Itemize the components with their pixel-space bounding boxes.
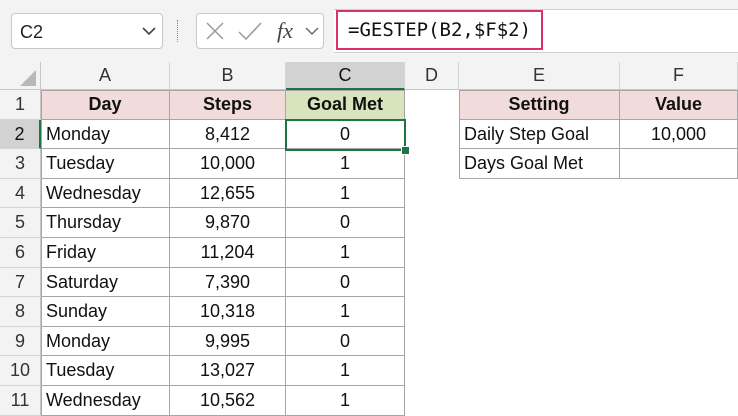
select-all-icon (20, 70, 36, 86)
active-cell-border (285, 119, 406, 151)
table-top-border (41, 90, 405, 91)
header-goal-met[interactable]: Goal Met (286, 90, 405, 120)
day-cell[interactable]: Thursday (41, 208, 170, 238)
goal-met-cell[interactable]: 1 (286, 238, 405, 268)
goal-met-cell[interactable]: 0 (286, 326, 405, 357)
row-header-4[interactable]: 4 (0, 178, 41, 209)
setting-value-cell[interactable]: 10,000 (620, 119, 738, 150)
steps-cell[interactable]: 13,027 (170, 356, 286, 386)
goal-met-cell[interactable]: 1 (286, 386, 405, 416)
steps-cell[interactable]: 10,000 (170, 149, 286, 179)
column-header-b[interactable]: B (170, 62, 286, 90)
row-header-7[interactable]: 7 (0, 267, 41, 298)
settings-left-border (459, 90, 460, 179)
column-header-d[interactable]: D (405, 62, 459, 90)
header-steps[interactable]: Steps (170, 90, 286, 120)
day-cell[interactable]: Tuesday (41, 356, 170, 386)
header-setting[interactable]: Setting (459, 90, 620, 120)
row-header-8[interactable]: 8 (0, 297, 41, 327)
row-header-2[interactable]: 2 (0, 119, 41, 150)
row-header-11[interactable]: 11 (0, 386, 41, 416)
column-header-e[interactable]: E (459, 62, 620, 90)
settings-top-border (459, 90, 738, 91)
day-cell[interactable]: Friday (41, 238, 170, 268)
day-cell[interactable]: Saturday (41, 267, 170, 298)
goal-met-cell[interactable]: 1 (286, 178, 405, 209)
goal-met-cell[interactable]: 0 (286, 267, 405, 298)
table-left-border (41, 90, 42, 416)
setting-label-cell[interactable]: Daily Step Goal (459, 119, 620, 150)
steps-cell[interactable]: 7,390 (170, 267, 286, 298)
spreadsheet-grid: A B C D E F 1 2 3 4 5 6 7 8 9 10 11 Day Steps Goal Met Setti… (0, 0, 738, 416)
column-header-c[interactable]: C (286, 62, 405, 90)
steps-cell[interactable]: 12,655 (170, 178, 286, 209)
steps-cell[interactable]: 8,412 (170, 119, 286, 150)
setting-label-cell[interactable]: Days Goal Met (459, 149, 620, 179)
column-header-f[interactable]: F (620, 62, 738, 90)
day-cell[interactable]: Tuesday (41, 149, 170, 179)
steps-cell[interactable]: 10,562 (170, 386, 286, 416)
row-header-9[interactable]: 9 (0, 326, 41, 357)
fill-handle[interactable] (401, 146, 410, 155)
header-value[interactable]: Value (620, 90, 738, 120)
row-header-5[interactable]: 5 (0, 208, 41, 238)
header-day[interactable]: Day (41, 90, 170, 120)
goal-met-cell[interactable]: 1 (286, 297, 405, 327)
row-header-1[interactable]: 1 (0, 90, 41, 120)
goal-met-cell[interactable]: 1 (286, 149, 405, 179)
column-header-a[interactable]: A (41, 62, 170, 90)
day-cell[interactable]: Wednesday (41, 178, 170, 209)
row-header-3[interactable]: 3 (0, 149, 41, 179)
steps-cell[interactable]: 10,318 (170, 297, 286, 327)
goal-met-cell[interactable]: 1 (286, 356, 405, 386)
select-all-corner[interactable] (0, 62, 41, 90)
steps-cell[interactable]: 11,204 (170, 238, 286, 268)
row-header-10[interactable]: 10 (0, 356, 41, 386)
steps-cell[interactable]: 9,995 (170, 326, 286, 357)
day-cell[interactable]: Monday (41, 326, 170, 357)
row-header-6[interactable]: 6 (0, 238, 41, 268)
day-cell[interactable]: Monday (41, 119, 170, 150)
steps-cell[interactable]: 9,870 (170, 208, 286, 238)
day-cell[interactable]: Sunday (41, 297, 170, 327)
setting-value-cell[interactable] (620, 149, 738, 179)
goal-met-cell[interactable]: 0 (286, 208, 405, 238)
day-cell[interactable]: Wednesday (41, 386, 170, 416)
